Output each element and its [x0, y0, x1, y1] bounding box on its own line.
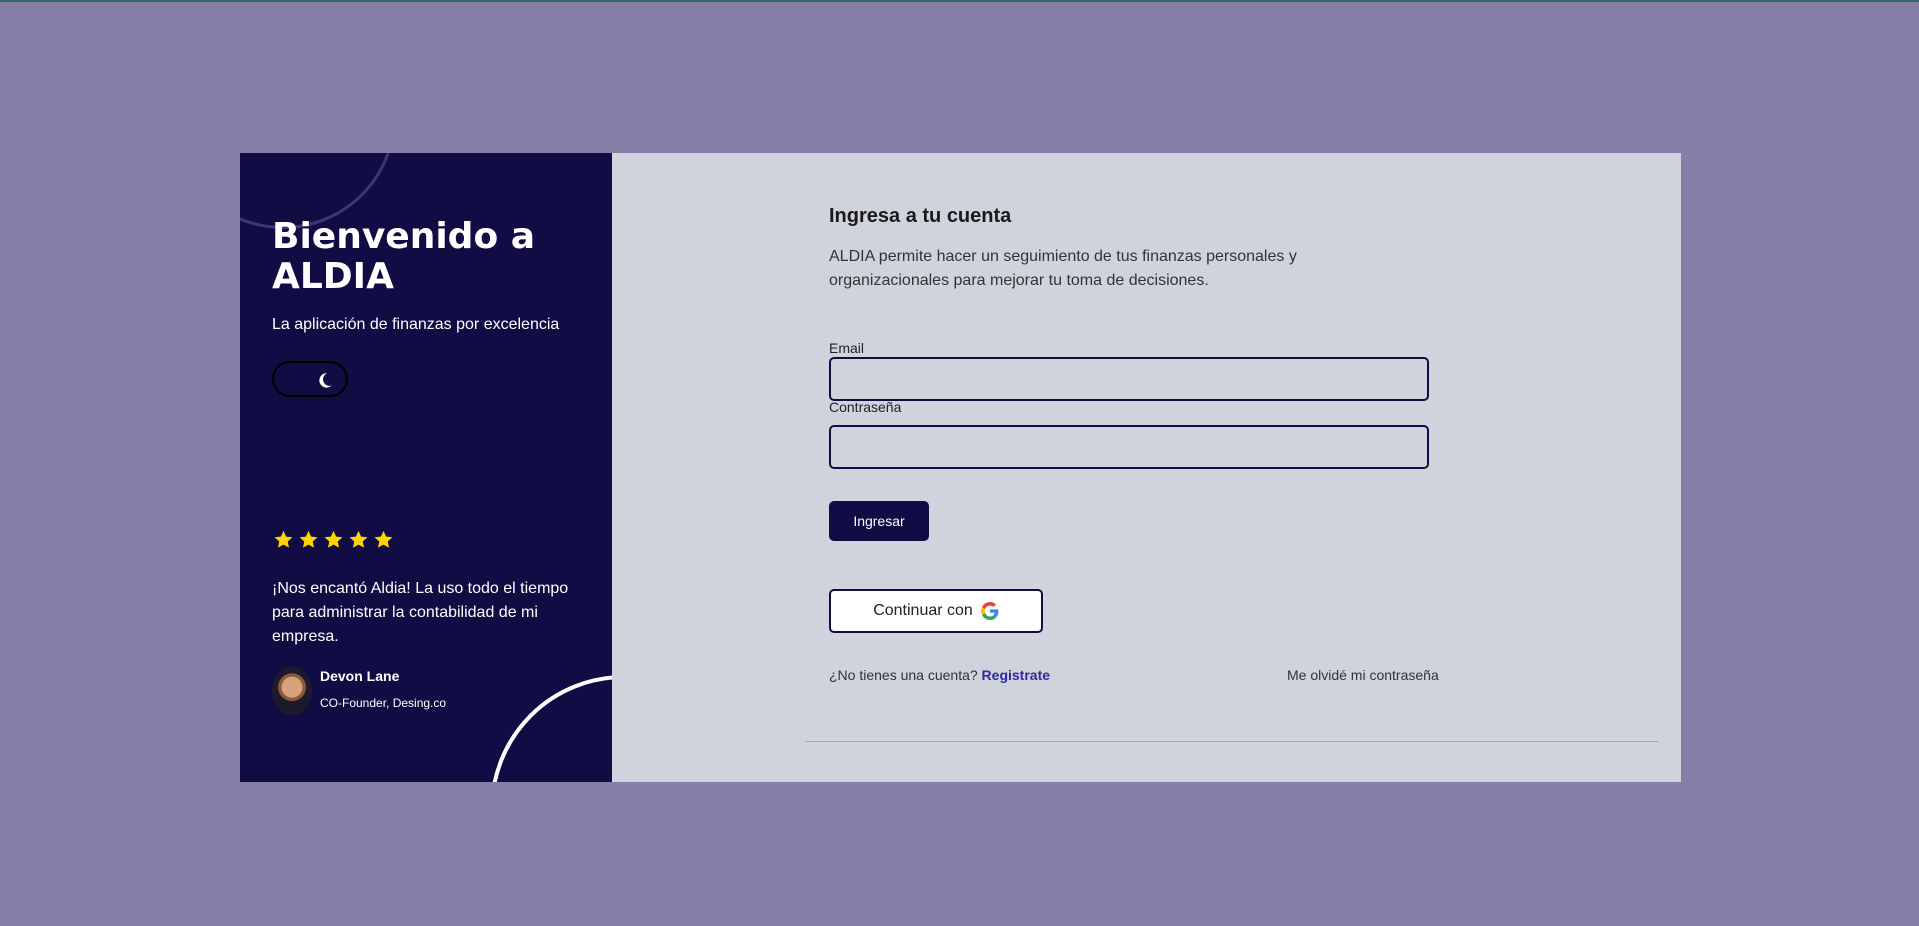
divider [805, 741, 1658, 742]
google-login-button[interactable]: Continuar con [829, 589, 1043, 633]
welcome-title: Bienvenido a ALDIA [272, 216, 536, 297]
star-icon [299, 530, 318, 548]
email-field[interactable] [829, 357, 1429, 401]
signup-prompt: ¿No tienes una cuenta? Registrate [829, 667, 1050, 683]
email-label: Email [829, 340, 865, 356]
signup-prompt-text: ¿No tienes una cuenta? [829, 667, 978, 683]
star-icon [374, 530, 393, 548]
moon-icon [319, 373, 332, 388]
decorative-circle-bottom [490, 675, 612, 782]
author-name: Devon Lane [320, 668, 400, 684]
testimonial-text: ¡Nos encantó Aldia! La uso todo el tiemp… [272, 580, 569, 645]
rating-stars [272, 529, 395, 551]
form-description: ALDIA permite hacer un seguimiento de tu… [829, 248, 1297, 289]
star-icon [349, 530, 368, 548]
star-icon [274, 530, 293, 548]
google-icon [980, 602, 999, 620]
welcome-subtitle: La aplicación de finanzas por excelencia [272, 316, 560, 333]
top-accent-line [0, 0, 1919, 2]
login-card: Bienvenido a ALDIA La aplicación de fina… [240, 153, 1681, 782]
avatar [272, 667, 312, 715]
password-field[interactable] [829, 425, 1429, 469]
password-label: Contraseña [829, 399, 902, 415]
login-button[interactable]: Ingresar [829, 501, 929, 541]
author-role: CO-Founder, Desing.co [320, 696, 447, 710]
login-form-panel: Ingresa a tu cuenta ALDIA permite hacer … [612, 153, 1681, 782]
theme-toggle[interactable] [272, 361, 348, 397]
star-icon [324, 530, 343, 548]
google-button-label: Continuar con [873, 602, 973, 619]
welcome-panel: Bienvenido a ALDIA La aplicación de fina… [240, 153, 612, 782]
forgot-password-link[interactable]: Me olvidé mi contraseña [1287, 667, 1439, 683]
signup-link[interactable]: Registrate [982, 667, 1050, 683]
form-title: Ingresa a tu cuenta [829, 205, 1012, 227]
